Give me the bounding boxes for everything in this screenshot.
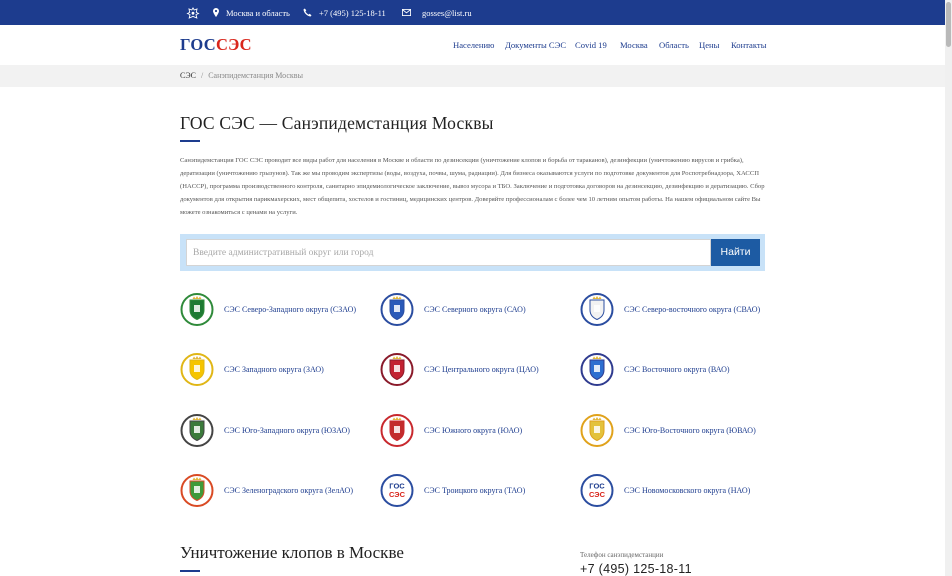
scrollbar-thumb[interactable] [946,2,951,47]
district-label: СЭС Восточного округа (ВАО) [624,364,730,374]
district-link[interactable]: СЭС Южного округа (ЮАО) [380,411,522,449]
emblem-text-bottom: СЭС [589,490,606,499]
logo-part-ses: СЭС [215,35,252,54]
region-label: Москва и область [226,7,290,18]
mail-icon [402,9,411,16]
region-link[interactable]: Москва и область [213,0,290,25]
coat-of-arms-icon [180,292,214,326]
district-link[interactable]: СЭС Северного округа (САО) [380,290,526,328]
side-phone-label: Телефон санэпидемстанции [580,551,664,559]
district-link[interactable]: СЭС Юго-Восточного округа (ЮВАО) [580,411,756,449]
side-phone-number[interactable]: +7 (495) 125-18-11 [580,562,692,576]
nav-item-covid[interactable]: Covid 19 [575,40,607,50]
breadcrumb-separator: / [200,71,204,80]
coat-of-arms-icon [380,352,414,386]
nav-item-contacts[interactable]: Контакты [731,40,766,50]
district-link[interactable]: ГОС СЭС СЭС Троицкого округа (ТАО) [380,471,525,509]
phone-link[interactable]: +7 (495) 125-18-11 [303,0,386,25]
district-link[interactable]: СЭС Восточного округа (ВАО) [580,350,730,388]
page-title: ГОС СЭС — Санэпидемстанция Москвы [180,113,494,133]
district-label: СЭС Северо-восточного округа (СВАО) [624,304,761,314]
top-bar: Москва и область +7 (495) 125-18-11 goss… [0,0,945,25]
search-input[interactable]: Введите административный округ или город [186,239,711,266]
district-link[interactable]: СЭС Западного округа (ЗАО) [180,350,324,388]
district-link[interactable]: СЭС Северо-Западного округа (СЗАО) [180,290,356,328]
section-underline [180,570,200,572]
coat-of-arms-icon [180,473,214,507]
phone-icon [303,8,312,17]
site-logo[interactable]: ГОССЭС [180,36,252,54]
nav-item-population[interactable]: Населению [453,40,494,50]
district-link[interactable]: СЭС Зеленоградского округа (ЗелАО) [180,471,353,509]
district-label: СЭС Западного округа (ЗАО) [224,364,324,374]
district-link[interactable]: ГОС СЭС СЭС Новомосковского округа (НАО) [580,471,750,509]
nav-item-moscow[interactable]: Москва [620,40,648,50]
district-link[interactable]: СЭС Северо-восточного округа (СВАО) [580,290,760,328]
email-link[interactable]: gosses@list.ru [402,0,472,25]
breadcrumb-current: Санэпидемстанция Москвы [208,71,303,80]
logo-part-gos: ГОС [180,35,216,54]
breadcrumb: СЭС / Санэпидемстанция Москвы [0,65,945,87]
intro-text: Санэпидемстанция ГОС СЭС проводит все ви… [180,157,765,216]
emblem-text-bottom: СЭС [389,490,406,499]
coat-of-arms-icon [380,292,414,326]
phone-label: +7 (495) 125-18-11 [319,7,386,18]
title-underline [180,140,200,142]
nav-item-region[interactable]: Область [659,40,689,50]
coat-of-arms-icon [380,413,414,447]
map-pin-icon [213,8,219,17]
district-search: Введите административный округ или город… [180,234,765,271]
coat-of-arms-icon [580,413,614,447]
district-label: СЭС Северо-Западного округа (СЗАО) [224,304,357,314]
district-label: СЭС Центрального округа (ЦАО) [424,364,539,374]
district-label: СЭС Юго-Западного округа (ЮЗАО) [224,425,350,435]
coat-of-arms-icon [180,352,214,386]
russia-emblem-icon [186,0,200,25]
district-label: СЭС Зеленоградского округа (ЗелАО) [224,485,353,495]
district-label: СЭС Северного округа (САО) [424,304,526,314]
district-label: СЭС Новомосковского округа (НАО) [624,485,751,495]
coat-of-arms-icon [180,413,214,447]
coat-of-arms-icon: ГОССЭС [580,473,614,507]
section-title: Уничтожение клопов в Москве [180,543,404,562]
coat-of-arms-icon: ГОССЭС [380,473,414,507]
page-scrollbar[interactable] [945,0,952,576]
email-label: gosses@list.ru [422,7,472,18]
search-button[interactable]: Найти [711,239,760,266]
nav-item-prices[interactable]: Цены [699,40,719,50]
district-label: СЭС Троицкого округа (ТАО) [424,485,526,495]
breadcrumb-home[interactable]: СЭС [180,71,196,80]
nav-item-documents[interactable]: Документы СЭС [505,40,566,50]
district-link[interactable]: СЭС Юго-Западного округа (ЮЗАО) [180,411,350,449]
coat-of-arms-icon [580,352,614,386]
district-link[interactable]: СЭС Центрального округа (ЦАО) [380,350,539,388]
site-header: ГОССЭС Населению Документы СЭС Covid 19 … [0,25,945,65]
coat-of-arms-icon [580,292,614,326]
district-label: СЭС Юго-Восточного округа (ЮВАО) [624,425,756,435]
district-label: СЭС Южного округа (ЮАО) [424,425,523,435]
